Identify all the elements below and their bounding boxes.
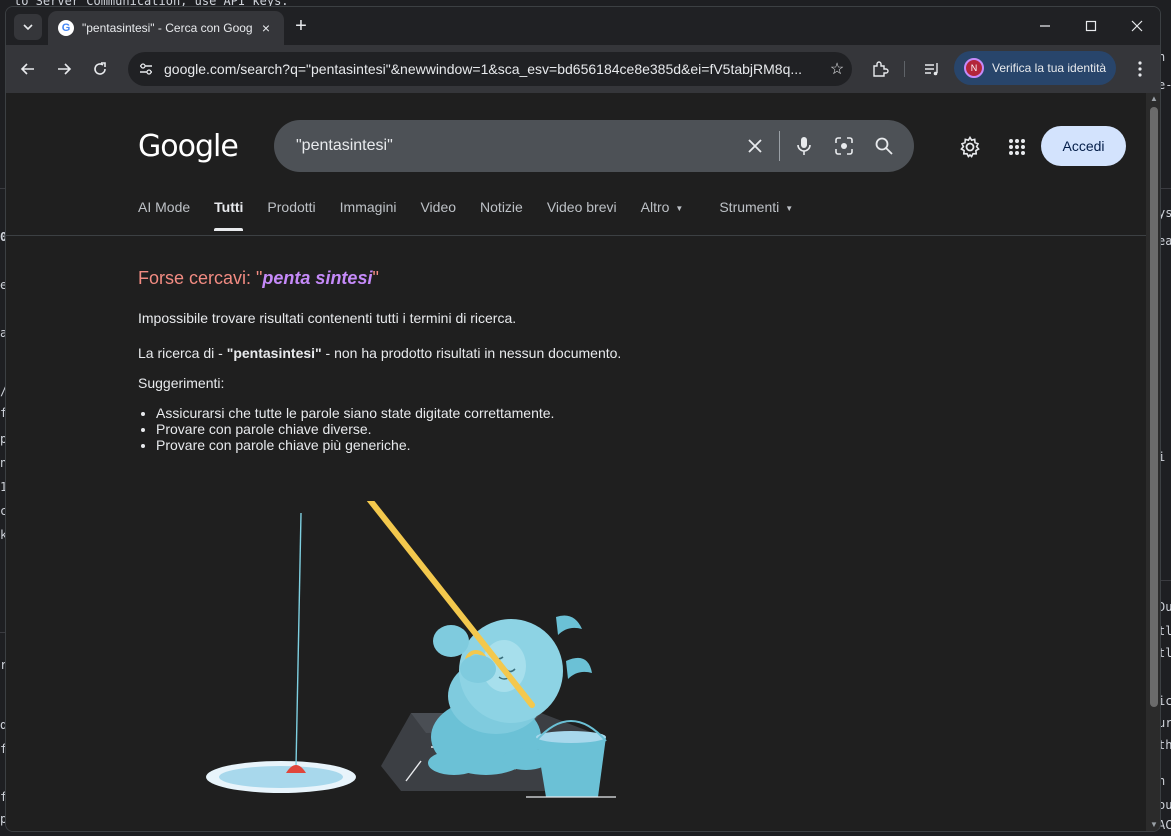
list-item: Provare con parole chiave diverse. bbox=[156, 421, 554, 437]
search-term-message: La ricerca di - "pentasintesi" - non ha … bbox=[138, 345, 621, 361]
browser-window: G "pentasintesi" - Cerca con Goog × + go… bbox=[5, 6, 1161, 832]
tab-video-brevi[interactable]: Video brevi bbox=[547, 199, 617, 231]
back-icon[interactable] bbox=[16, 57, 40, 81]
tab-altro-label: Altro bbox=[640, 199, 670, 215]
tab-strip: G "pentasintesi" - Cerca con Goog × + bbox=[6, 7, 1160, 45]
minimize-icon[interactable] bbox=[1030, 14, 1060, 38]
did-you-mean-prefix: Forse cercavi: " bbox=[138, 268, 263, 288]
forward-icon[interactable] bbox=[52, 57, 76, 81]
site-info-icon[interactable] bbox=[136, 59, 156, 79]
caret-down-icon: ▼ bbox=[785, 204, 794, 213]
login-button[interactable]: Accedi bbox=[1041, 126, 1126, 166]
scrollbar[interactable]: ▲ ▼ bbox=[1146, 93, 1160, 831]
search-box[interactable]: "pentasintesi" bbox=[274, 120, 914, 172]
tab-tutti[interactable]: Tutti bbox=[214, 199, 244, 231]
list-item: Provare con parole chiave più generiche. bbox=[156, 437, 554, 453]
browser-toolbar: google.com/search?q="pentasintesi"&newwi… bbox=[6, 45, 1160, 93]
media-icon[interactable] bbox=[920, 57, 944, 81]
no-results-message: Impossibile trovare risultati contenenti… bbox=[138, 310, 517, 326]
google-favicon-icon: G bbox=[58, 20, 74, 36]
close-window-icon[interactable] bbox=[1122, 14, 1152, 38]
url-text[interactable]: google.com/search?q="pentasintesi"&newwi… bbox=[164, 61, 822, 77]
google-logo[interactable]: Google bbox=[138, 129, 239, 164]
tab-strumenti[interactable]: Strumenti ▼ bbox=[719, 199, 793, 231]
tab-strumenti-label: Strumenti bbox=[719, 199, 780, 215]
search-tabs: AI Mode Tutti Prodotti Immagini Video No… bbox=[138, 199, 817, 231]
tab-prodotti[interactable]: Prodotti bbox=[267, 199, 315, 231]
avatar: N bbox=[964, 58, 984, 78]
address-bar[interactable]: google.com/search?q="pentasintesi"&newwi… bbox=[128, 52, 852, 86]
mic-icon[interactable] bbox=[784, 126, 824, 166]
plus-icon[interactable]: + bbox=[289, 15, 313, 37]
search-suffix: - non ha prodotto risultati in nessun do… bbox=[321, 345, 622, 361]
clear-icon[interactable] bbox=[735, 126, 775, 166]
apps-icon[interactable] bbox=[1003, 133, 1031, 161]
profile-button[interactable]: N Verifica la tua identità bbox=[954, 51, 1116, 85]
list-item: Assicurarsi che tutte le parole siano st… bbox=[156, 405, 554, 421]
suggestions-list: Assicurarsi che tutte le parole siano st… bbox=[156, 405, 554, 453]
page-content: Google "pentasintesi" Accedi AI Mode Tut… bbox=[6, 93, 1146, 831]
profile-label: Verifica la tua identità bbox=[992, 61, 1107, 75]
did-you-mean-suffix: " bbox=[372, 268, 379, 288]
close-icon[interactable]: × bbox=[258, 20, 274, 36]
menu-icon[interactable] bbox=[1128, 57, 1152, 81]
star-icon[interactable]: ☆ bbox=[822, 59, 852, 79]
gear-icon[interactable] bbox=[956, 133, 984, 161]
tab-notizie[interactable]: Notizie bbox=[480, 199, 523, 231]
tab-ai-mode[interactable]: AI Mode bbox=[138, 199, 190, 231]
maximize-icon[interactable] bbox=[1076, 14, 1106, 38]
browser-tab[interactable]: G "pentasintesi" - Cerca con Goog × bbox=[48, 11, 284, 45]
lens-icon[interactable] bbox=[824, 126, 864, 166]
divider bbox=[779, 131, 780, 161]
extensions-icon[interactable] bbox=[868, 57, 892, 81]
tab-video[interactable]: Video bbox=[420, 199, 456, 231]
search-term: "pentasintesi" bbox=[226, 345, 322, 361]
search-icon[interactable] bbox=[864, 126, 904, 166]
divider bbox=[6, 235, 1146, 236]
tab-title: "pentasintesi" - Cerca con Goog bbox=[82, 21, 252, 35]
scroll-thumb[interactable] bbox=[1150, 107, 1158, 707]
tab-altro[interactable]: Altro ▼ bbox=[641, 199, 684, 231]
did-you-mean-link[interactable]: penta sintesi bbox=[262, 268, 372, 288]
did-you-mean: Forse cercavi: "penta sintesi" bbox=[138, 268, 379, 289]
caret-down-icon: ▼ bbox=[675, 204, 684, 213]
search-prefix: La ricerca di - bbox=[138, 345, 227, 361]
chevron-down-icon[interactable] bbox=[14, 14, 42, 40]
tab-immagini[interactable]: Immagini bbox=[340, 199, 397, 231]
fishing-yeti-illustration bbox=[206, 501, 616, 798]
scroll-down-icon[interactable]: ▼ bbox=[1150, 821, 1158, 829]
search-input[interactable]: "pentasintesi" bbox=[296, 137, 735, 155]
reload-icon[interactable] bbox=[88, 57, 112, 81]
scroll-up-icon[interactable]: ▲ bbox=[1150, 95, 1158, 103]
suggestions-title: Suggerimenti: bbox=[138, 375, 225, 391]
